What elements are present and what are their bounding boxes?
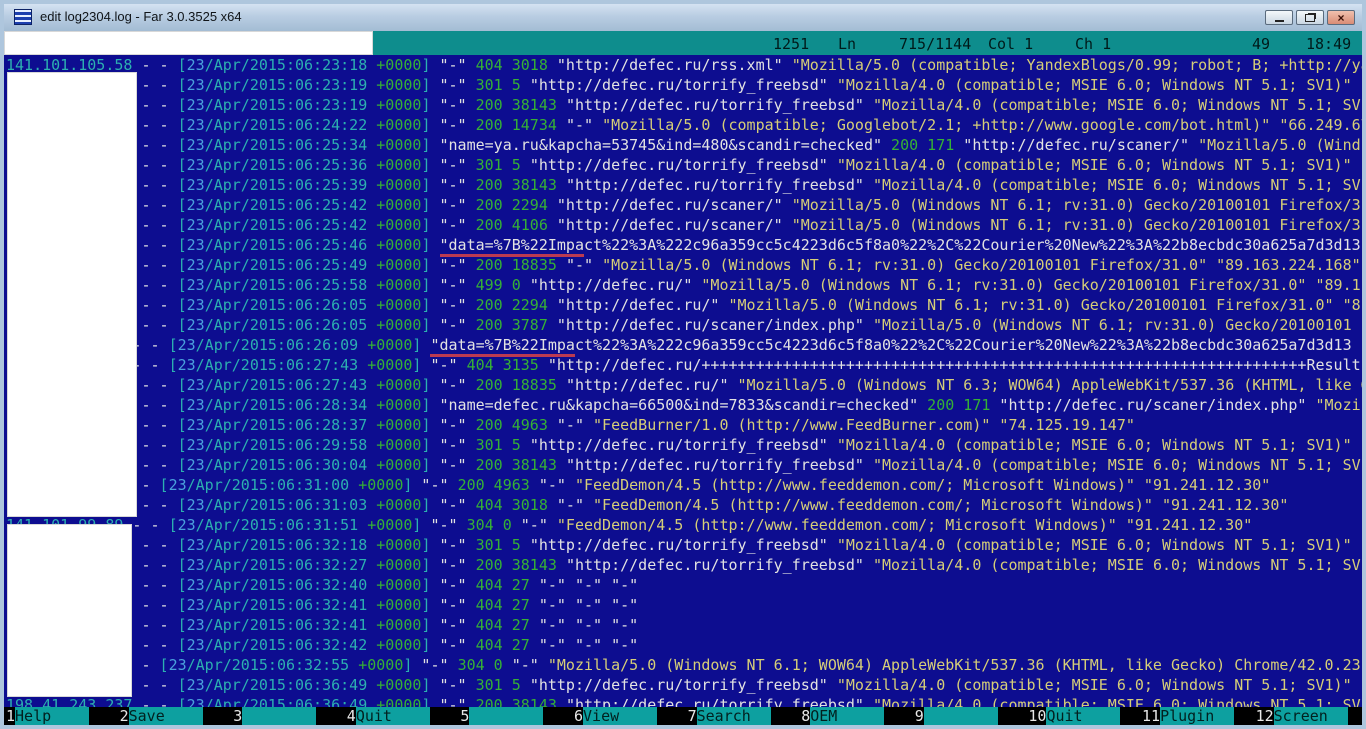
log-line[interactable]: - - [23/Apr/2015:06:29:58 +0000] "-" 301…	[6, 435, 1362, 455]
fkey-number: 7	[688, 707, 697, 725]
fkey-7-search[interactable]: 7Search	[688, 707, 771, 725]
fkey-label: Search	[697, 707, 771, 725]
fkey-label	[469, 707, 543, 725]
fkey-label: Save	[129, 707, 203, 725]
log-line[interactable]: - - [23/Apr/2015:06:32:55 +0000] "-" 304…	[6, 655, 1362, 675]
log-line[interactable]: - - [23/Apr/2015:06:25:39 +0000] "-" 200…	[6, 175, 1362, 195]
redaction-box-bottom	[7, 524, 132, 697]
fkey-12-screen[interactable]: 12Screen	[1256, 707, 1348, 725]
log-line[interactable]: - - [23/Apr/2015:06:27:43 +0000] "-" 200…	[6, 375, 1362, 395]
log-line[interactable]: - - [23/Apr/2015:06:32:18 +0000] "-" 301…	[6, 535, 1362, 555]
fkey-label: Quit	[1046, 707, 1120, 725]
close-button[interactable]: ×	[1327, 10, 1355, 25]
window-titlebar[interactable]: edit log2304.log - Far 3.0.3525 x64 ×	[4, 4, 1362, 32]
fkey-3[interactable]: 3	[233, 707, 316, 725]
fkey-number: 10	[1028, 707, 1046, 725]
fkey-number: 5	[460, 707, 469, 725]
log-line[interactable]: - - [23/Apr/2015:06:26:09 +0000] "data=%…	[6, 335, 1362, 355]
far-editor-icon	[14, 9, 32, 25]
redaction-box-middle	[7, 72, 137, 517]
status-char-code: 49	[1252, 35, 1270, 53]
log-line[interactable]: - - [23/Apr/2015:06:27:43 +0000] "-" 404…	[6, 355, 1362, 375]
fkey-number: 8	[801, 707, 810, 725]
log-line[interactable]: - - [23/Apr/2015:06:30:04 +0000] "-" 200…	[6, 455, 1362, 475]
fkey-label: OEM	[810, 707, 884, 725]
log-line[interactable]: - - [23/Apr/2015:06:32:42 +0000] "-" 404…	[6, 635, 1362, 655]
log-line[interactable]: - - [23/Apr/2015:06:28:37 +0000] "-" 200…	[6, 415, 1362, 435]
fkey-number: 11	[1142, 707, 1160, 725]
log-line[interactable]: - - [23/Apr/2015:06:32:40 +0000] "-" 404…	[6, 575, 1362, 595]
log-line[interactable]: - - [23/Apr/2015:06:24:22 +0000] "-" 200…	[6, 115, 1362, 135]
fkey-number: 2	[120, 707, 129, 725]
fkey-1-help[interactable]: 1Help	[6, 707, 89, 725]
log-line[interactable]: - - [23/Apr/2015:06:31:03 +0000] "-" 404…	[6, 495, 1362, 515]
log-line[interactable]: - - [23/Apr/2015:06:23:19 +0000] "-" 200…	[6, 95, 1362, 115]
log-line[interactable]: - - [23/Apr/2015:06:28:34 +0000] "name=d…	[6, 395, 1362, 415]
log-line[interactable]: - - [23/Apr/2015:06:25:42 +0000] "-" 200…	[6, 215, 1362, 235]
fkey-number: 3	[233, 707, 242, 725]
log-line[interactable]: 198.41.243.237 - - [23/Apr/2015:06:36:49…	[6, 695, 1362, 707]
fkey-number: 4	[347, 707, 356, 725]
log-line[interactable]: 141.101.99.89 - - [23/Apr/2015:06:31:51 …	[6, 515, 1362, 535]
fkey-label: Plugin	[1160, 707, 1234, 725]
status-codepage: 1251	[773, 35, 809, 53]
editor-text[interactable]: 141.101.105.58 - - [23/Apr/2015:06:23:18…	[4, 55, 1362, 707]
fkey-8-oem[interactable]: 8OEM	[801, 707, 884, 725]
fkey-label	[242, 707, 316, 725]
redaction-box-top	[4, 31, 373, 55]
close-icon: ×	[1337, 12, 1344, 24]
fkey-number: 9	[915, 707, 924, 725]
status-clock: 18:49	[1306, 35, 1351, 53]
log-line[interactable]: - - [23/Apr/2015:06:25:49 +0000] "-" 200…	[6, 255, 1362, 275]
fkey-11-plugin[interactable]: 11Plugin	[1142, 707, 1234, 725]
log-line[interactable]: - - [23/Apr/2015:06:26:05 +0000] "-" 200…	[6, 315, 1362, 335]
function-key-bar: 1Help2Save34Quit56View7Search8OEM910Quit…	[4, 707, 1362, 725]
fkey-label: Screen	[1274, 707, 1348, 725]
log-line[interactable]: - - [23/Apr/2015:06:25:42 +0000] "-" 200…	[6, 195, 1362, 215]
fkey-label: Quit	[356, 707, 430, 725]
minimize-icon	[1275, 20, 1284, 22]
log-line[interactable]: - - [23/Apr/2015:06:31:00 +0000] "-" 200…	[6, 475, 1362, 495]
minimize-button[interactable]	[1265, 10, 1293, 25]
log-line[interactable]: 141.101.105.58 - - [23/Apr/2015:06:23:18…	[6, 55, 1362, 75]
log-line[interactable]: - - [23/Apr/2015:06:23:19 +0000] "-" 301…	[6, 75, 1362, 95]
status-ln-label: Ln	[838, 35, 856, 53]
log-line[interactable]: - - [23/Apr/2015:06:26:05 +0000] "-" 200…	[6, 295, 1362, 315]
log-line[interactable]: - - [23/Apr/2015:06:25:46 +0000] "data=%…	[6, 235, 1362, 255]
status-column: Col 1	[988, 35, 1033, 53]
window-title: edit log2304.log - Far 3.0.3525 x64	[40, 9, 242, 24]
fkey-number: 12	[1256, 707, 1274, 725]
fkey-6-view[interactable]: 6View	[574, 707, 657, 725]
restore-button[interactable]	[1296, 10, 1324, 25]
restore-icon	[1305, 14, 1315, 22]
log-line[interactable]: - - [23/Apr/2015:06:32:41 +0000] "-" 404…	[6, 595, 1362, 615]
status-line-position: 715/1144	[899, 35, 971, 53]
log-line[interactable]: - - [23/Apr/2015:06:36:49 +0000] "-" 301…	[6, 675, 1362, 695]
log-line[interactable]: - - [23/Apr/2015:06:32:27 +0000] "-" 200…	[6, 555, 1362, 575]
log-line[interactable]: - - [23/Apr/2015:06:25:36 +0000] "-" 301…	[6, 155, 1362, 175]
log-line[interactable]: - - [23/Apr/2015:06:32:41 +0000] "-" 404…	[6, 615, 1362, 635]
fkey-2-save[interactable]: 2Save	[120, 707, 203, 725]
status-char: Ch 1	[1075, 35, 1111, 53]
fkey-label	[924, 707, 998, 725]
fkey-5[interactable]: 5	[460, 707, 543, 725]
fkey-label: Help	[15, 707, 89, 725]
fkey-9[interactable]: 9	[915, 707, 998, 725]
fkey-10-quit[interactable]: 10Quit	[1028, 707, 1120, 725]
fkey-4-quit[interactable]: 4Quit	[347, 707, 430, 725]
log-line[interactable]: - - [23/Apr/2015:06:25:58 +0000] "-" 499…	[6, 275, 1362, 295]
fkey-number: 6	[574, 707, 583, 725]
fkey-label: View	[583, 707, 657, 725]
log-line[interactable]: - - [23/Apr/2015:06:25:34 +0000] "name=y…	[6, 135, 1362, 155]
far-manager-window: edit log2304.log - Far 3.0.3525 x64 × 12…	[0, 0, 1366, 729]
fkey-number: 1	[6, 707, 15, 725]
